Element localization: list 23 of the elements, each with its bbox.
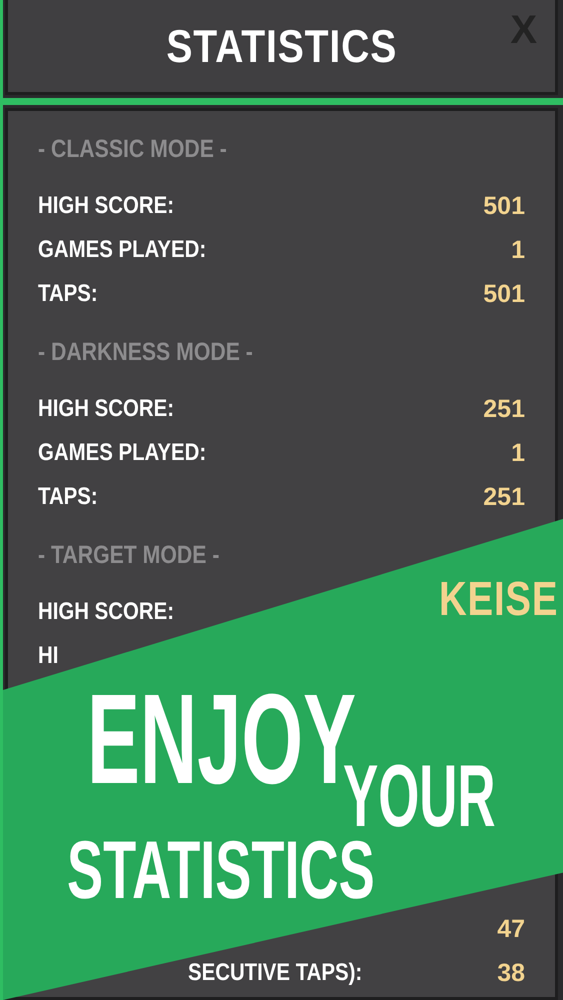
stat-label: GAMES PLAYED: xyxy=(38,439,206,467)
screen-title: STATISTICS xyxy=(166,19,397,73)
section-heading: - CLASSIC MODE - xyxy=(38,135,228,164)
brand-logo: KEISE xyxy=(439,576,558,624)
stat-value: 1 xyxy=(511,438,525,468)
stat-value: 501 xyxy=(483,280,525,308)
stat-label: TAPS: xyxy=(38,280,98,308)
stat-label: HIGH SCORE: xyxy=(38,192,174,220)
stat-value: 251 xyxy=(483,394,525,424)
stat-label: GAMES PLAYED: xyxy=(38,236,206,264)
headline: STATISTICS xyxy=(67,830,375,912)
stat-label: SECUTIVE TAPS): xyxy=(188,959,362,987)
stat-label: HIGH SCORE: xyxy=(38,395,174,423)
stat-value: 1 xyxy=(511,236,525,264)
stat-value: 47 xyxy=(497,914,525,944)
stat-label: TAPS: xyxy=(38,483,98,511)
section-heading: - TARGET MODE - xyxy=(38,541,220,570)
stat-value: 38 xyxy=(497,958,525,988)
stat-label: HIGH SCORE: xyxy=(38,598,174,626)
stat-label: HI xyxy=(38,642,58,670)
section-heading: - DARKNESS MODE - xyxy=(38,338,254,367)
stat-value: 501 xyxy=(483,192,525,220)
stat-value: 251 xyxy=(483,482,525,512)
